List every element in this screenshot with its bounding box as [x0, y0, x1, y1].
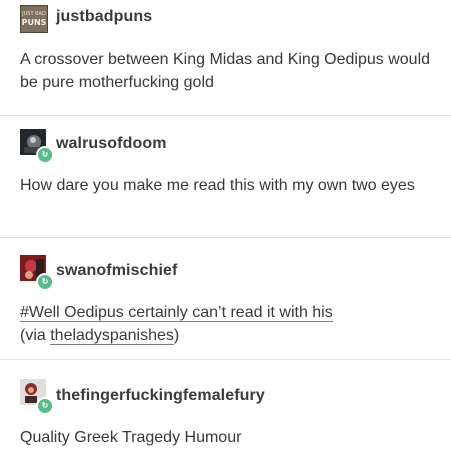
post-body: A crossover between King Midas and King … [20, 51, 431, 91]
post-thefingerfuckingfemalefury: ↻ thefingerfuckingfemalefury Quality Gre… [0, 359, 451, 463]
via-link[interactable]: theladyspanishes [50, 327, 174, 345]
username-swanofmischief[interactable]: swanofmischief [56, 262, 177, 280]
avatar-justbadpuns[interactable]: JUST BAD PUNS [20, 5, 48, 33]
post-swanofmischief: ↻ swanofmischief #Well Oedipus certainly… [0, 237, 451, 357]
reblog-icon: ↻ [36, 146, 54, 164]
via-suffix: ) [173, 327, 180, 344]
post-walrusofdoom: ↻ walrusofdoom How dare you make me read… [0, 115, 451, 235]
svg-text:PUNS: PUNS [22, 18, 47, 27]
avatar-logo-icon: JUST BAD PUNS [21, 6, 47, 32]
reblog-icon: ↻ [36, 397, 54, 415]
username-walrusofdoom[interactable]: walrusofdoom [56, 135, 167, 153]
reblog-icon: ↻ [36, 273, 54, 291]
username-thefingerfuckingfemalefury[interactable]: thefingerfuckingfemalefury [56, 387, 265, 405]
via-prefix: (via [20, 327, 51, 344]
svg-text:JUST BAD: JUST BAD [21, 11, 46, 17]
post-justbadpuns: JUST BAD PUNS justbadpuns A crossover be… [0, 0, 451, 110]
tag-link[interactable]: #Well Oedipus certainly can’t read it wi… [20, 304, 333, 322]
username-justbadpuns[interactable]: justbadpuns [56, 8, 152, 26]
post-body: How dare you make me read this with my o… [20, 177, 415, 194]
post-tags: #Well Oedipus certainly can’t read it wi… [20, 301, 430, 347]
post-body: Quality Greek Tragedy Humour [20, 429, 242, 446]
